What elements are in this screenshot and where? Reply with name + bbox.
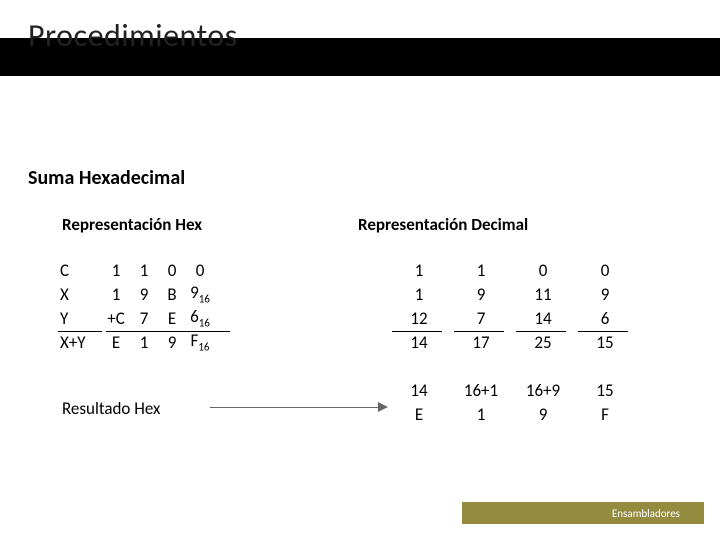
decimal-table: 1 1 0 0 1 9 11 9 12 7 14 6 14 17 25 15 1… bbox=[388, 258, 636, 426]
row-label-c: C bbox=[58, 258, 102, 282]
table-row: 1 1 0 0 bbox=[388, 258, 636, 282]
table-row: X+Y E 1 9 F16 bbox=[58, 330, 214, 354]
decimal-col-underline bbox=[392, 331, 442, 332]
decimal-heading: Representación Decimal bbox=[358, 214, 528, 235]
slide-subtitle: Suma Hexadecimal bbox=[28, 166, 185, 190]
result-hex-label: Resultado Hex bbox=[62, 398, 160, 419]
table-row: 14 16+1 16+9 15 bbox=[388, 378, 636, 402]
slide-title: Procedimientos bbox=[28, 16, 238, 55]
table-row: Y +C 7 E 616 bbox=[58, 306, 214, 330]
table-row: 1 9 11 9 bbox=[388, 282, 636, 306]
arrow-right-icon bbox=[210, 407, 380, 408]
decimal-col-underline bbox=[454, 331, 504, 332]
title-bar: Procedimientos bbox=[0, 0, 720, 76]
footer-bar: Ensambladores bbox=[462, 502, 704, 524]
hex-table: C 1 1 0 0 X 1 9 B 916 Y +C 7 E 616 X+Y E… bbox=[58, 258, 214, 354]
hex-values-underline bbox=[106, 331, 230, 332]
table-row: 12 7 14 6 bbox=[388, 306, 636, 330]
decimal-col-underline bbox=[578, 331, 628, 332]
table-row: E 1 9 F bbox=[388, 402, 636, 426]
decimal-col-underline bbox=[516, 331, 566, 332]
row-label-x: X bbox=[58, 282, 102, 306]
table-row: C 1 1 0 0 bbox=[58, 258, 214, 282]
table-row: X 1 9 B 916 bbox=[58, 282, 214, 306]
row-label-y: Y bbox=[58, 306, 102, 330]
hex-label-underline bbox=[58, 331, 102, 332]
table-row: 14 17 25 15 bbox=[388, 330, 636, 354]
arrow-right-head-icon bbox=[378, 402, 388, 412]
row-label-sum: X+Y bbox=[58, 330, 102, 354]
footer-text: Ensambladores bbox=[612, 507, 680, 520]
hex-heading: Representación Hex bbox=[62, 214, 202, 235]
